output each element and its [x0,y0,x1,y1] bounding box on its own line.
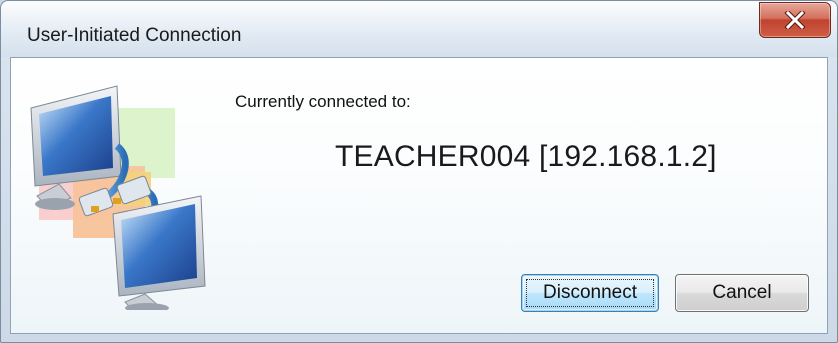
network-computers-icon [25,80,215,313]
window-title: User-Initiated Connection [27,25,242,46]
close-icon [784,11,806,29]
dialog-content: Currently connected to: TEACHER004 [192.… [10,57,828,334]
focus-rectangle [526,279,654,307]
close-button[interactable] [759,2,831,38]
cancel-button-label: Cancel [712,282,772,303]
connected-host: TEACHER004 [192.168.1.2] [335,140,717,173]
dialog-window: User-Initiated Connection Currently conn… [0,0,838,343]
title-bar[interactable]: User-Initiated Connection [1,1,837,57]
disconnect-button[interactable]: Disconnect [521,274,659,312]
connected-label: Currently connected to: [235,92,411,111]
cancel-button[interactable]: Cancel [675,274,809,312]
